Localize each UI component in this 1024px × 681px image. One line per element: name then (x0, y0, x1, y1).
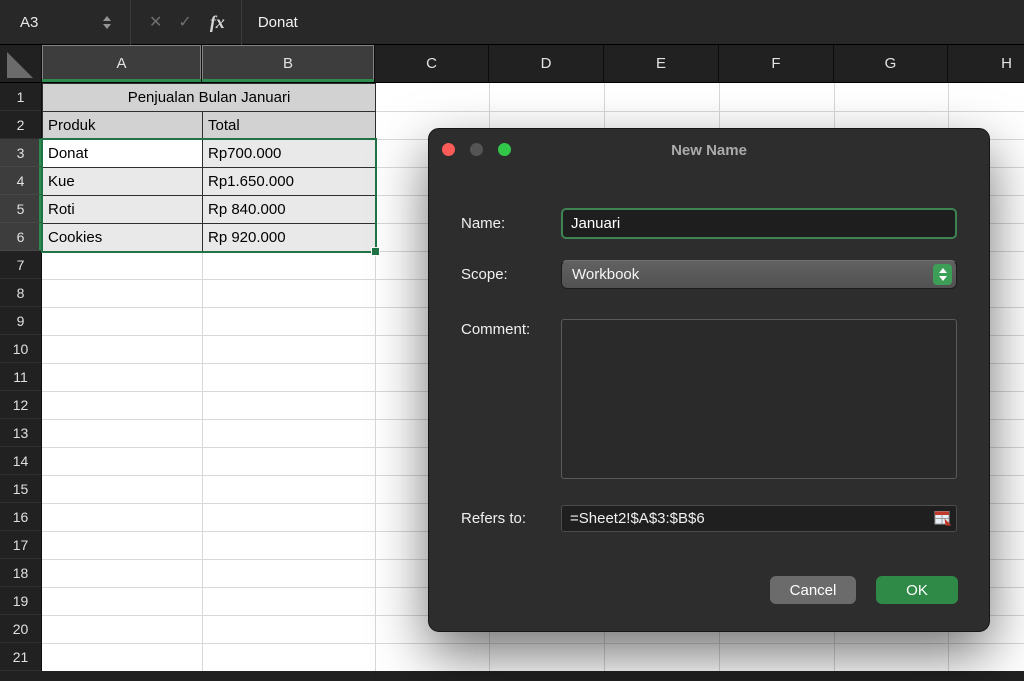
ok-button[interactable]: OK (876, 576, 958, 604)
column-header-a[interactable]: A (42, 45, 202, 82)
cell-reference: A3 (20, 14, 38, 31)
row-header-18[interactable]: 18 (0, 559, 41, 587)
name-label: Name: (461, 208, 505, 239)
row-header-gutter: 123456789101112131415161718192021 (0, 83, 42, 671)
row-header-15[interactable]: 15 (0, 475, 41, 503)
cell-b2-total[interactable]: Total (203, 112, 376, 140)
dropdown-stepper-icon (933, 264, 952, 285)
divider (130, 0, 131, 45)
stepper-up-icon (103, 16, 111, 21)
select-all-corner[interactable] (0, 45, 42, 83)
cancel-entry-icon[interactable]: ✕ (149, 12, 162, 32)
scope-label: Scope: (461, 260, 508, 289)
cell-reference-box[interactable]: A3 (0, 14, 100, 31)
divider (241, 0, 242, 45)
column-header-row: ABCDEFGH (0, 45, 1024, 83)
column-header-h[interactable]: H (948, 45, 1024, 82)
new-name-dialog: New Name Name: Scope: Workbook Comment: … (428, 128, 990, 632)
column-header-g[interactable]: G (834, 45, 948, 82)
dialog-title: New Name (429, 142, 989, 159)
cell-b3[interactable]: Rp700.000 (203, 140, 376, 168)
column-header-c[interactable]: C (375, 45, 489, 82)
scope-selected-value: Workbook (572, 266, 639, 283)
row-header-16[interactable]: 16 (0, 503, 41, 531)
row-header-20[interactable]: 20 (0, 615, 41, 643)
row-header-2[interactable]: 2 (0, 111, 41, 139)
comment-label: Comment: (461, 321, 530, 338)
cell-a3[interactable]: Donat (43, 140, 203, 168)
chevron-up-icon (939, 268, 947, 273)
window-bottom-edge (0, 671, 1024, 681)
row-header-17[interactable]: 17 (0, 531, 41, 559)
scope-dropdown[interactable]: Workbook (561, 260, 957, 289)
row-header-1[interactable]: 1 (0, 83, 41, 111)
excel-window: A3 ✕ ✓ fx Donat 123456789101112131415161… (0, 0, 1024, 681)
column-header-e[interactable]: E (604, 45, 719, 82)
formula-input[interactable]: Donat (258, 14, 298, 31)
formula-bar: A3 ✕ ✓ fx Donat (0, 0, 1024, 45)
cell-a1-title[interactable]: Penjualan Bulan Januari (43, 84, 376, 112)
range-selector-icon[interactable] (934, 510, 952, 526)
chevron-down-icon (939, 276, 947, 281)
fill-handle[interactable] (371, 247, 380, 256)
data-table: Penjualan Bulan Januari Produk Total Don… (42, 83, 376, 252)
gridline-horizontal (42, 643, 1024, 644)
stepper-down-icon (103, 24, 111, 29)
row-header-19[interactable]: 19 (0, 587, 41, 615)
cell-a6[interactable]: Cookies (43, 224, 203, 252)
confirm-entry-icon[interactable]: ✓ (178, 12, 191, 32)
cell-a5[interactable]: Roti (43, 196, 203, 224)
row-header-3[interactable]: 3 (0, 139, 41, 167)
row-header-12[interactable]: 12 (0, 391, 41, 419)
refers-label: Refers to: (461, 505, 526, 532)
row-header-10[interactable]: 10 (0, 335, 41, 363)
cell-b4[interactable]: Rp1.650.000 (203, 168, 376, 196)
insert-function-icon[interactable]: fx (210, 12, 225, 33)
row-header-7[interactable]: 7 (0, 251, 41, 279)
cell-a2-produk[interactable]: Produk (43, 112, 203, 140)
refers-input[interactable] (561, 505, 957, 532)
column-header-f[interactable]: F (719, 45, 834, 82)
refers-field (561, 505, 957, 532)
name-box-stepper[interactable] (100, 16, 114, 29)
cell-a4[interactable]: Kue (43, 168, 203, 196)
row-header-21[interactable]: 21 (0, 643, 41, 671)
cell-b6[interactable]: Rp 920.000 (203, 224, 376, 252)
column-header-d[interactable]: D (489, 45, 604, 82)
name-input[interactable] (561, 208, 957, 239)
row-header-11[interactable]: 11 (0, 363, 41, 391)
row-header-4[interactable]: 4 (0, 167, 41, 195)
cell-b5[interactable]: Rp 840.000 (203, 196, 376, 224)
row-header-6[interactable]: 6 (0, 223, 41, 251)
column-header-b[interactable]: B (202, 45, 375, 82)
row-header-5[interactable]: 5 (0, 195, 41, 223)
row-header-9[interactable]: 9 (0, 307, 41, 335)
row-header-8[interactable]: 8 (0, 279, 41, 307)
row-header-13[interactable]: 13 (0, 419, 41, 447)
row-header-14[interactable]: 14 (0, 447, 41, 475)
cancel-button[interactable]: Cancel (770, 576, 856, 604)
comment-textarea[interactable] (561, 319, 957, 479)
